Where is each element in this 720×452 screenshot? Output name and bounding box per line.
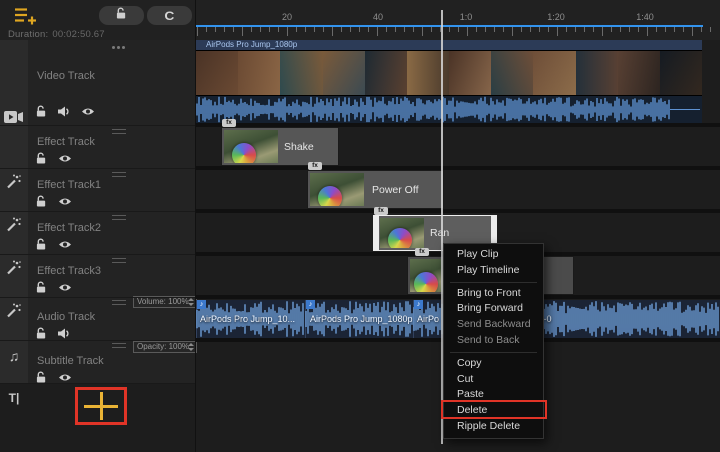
- menu-item-send-backward[interactable]: Send Backward: [444, 317, 543, 333]
- track-label-subtitle: Subtitle Track: [37, 355, 104, 367]
- video-editor-timeline-panel: C Duration:00:02:50.67 20 40 1:0 1:20 1:…: [0, 0, 720, 452]
- effect-clip-shake[interactable]: fx Shake: [222, 128, 338, 165]
- add-track-plus-button[interactable]: [84, 392, 118, 420]
- menu-item-play-timeline[interactable]: Play Timeline: [444, 263, 543, 279]
- eye-icon[interactable]: [81, 104, 95, 118]
- track-label-effect: Effect Track: [37, 136, 95, 148]
- track-menu-handle-icon[interactable]: [112, 46, 115, 49]
- effect-track-icon: [7, 174, 22, 194]
- add-track-icon[interactable]: [14, 6, 37, 30]
- ruler-label: 20: [282, 12, 292, 22]
- fx-badge: fx: [308, 162, 322, 170]
- effect-clip-power-off[interactable]: fx Power Off: [308, 171, 443, 208]
- effect-thumbnail: [310, 173, 364, 206]
- track-drag-handle-icon[interactable]: [112, 343, 126, 348]
- umbrella-thumb-icon: [388, 228, 412, 248]
- track-drag-handle-icon[interactable]: [112, 258, 126, 263]
- ruler-label: 1:20: [547, 12, 565, 22]
- speaker-icon[interactable]: [57, 326, 71, 340]
- menu-separator: [450, 282, 537, 283]
- effect-track-icon: [7, 217, 22, 237]
- effect-thumbnail: [224, 130, 278, 163]
- lock-icon: [116, 7, 127, 25]
- menu-item-cut[interactable]: Cut: [444, 372, 543, 388]
- track-drag-handle-icon[interactable]: [112, 129, 126, 134]
- audio-clip-label: AirPo: [417, 314, 439, 324]
- fx-badge: fx: [415, 248, 429, 256]
- audio-clip[interactable]: ♪ AirPods Pro Jump_1080p: [305, 300, 413, 338]
- ruler-label: 40: [373, 12, 383, 22]
- video-track-icon: [4, 110, 24, 129]
- annotation-box-delete: [441, 400, 547, 419]
- effect-clip-label: Ran: [430, 227, 449, 239]
- ruler-label: 1:40: [636, 12, 654, 22]
- menu-item-send-to-back[interactable]: Send to Back: [444, 333, 543, 349]
- effect-clip-label: Power Off: [372, 184, 419, 196]
- track-drag-handle-icon[interactable]: [112, 172, 126, 177]
- eye-icon[interactable]: [58, 370, 72, 384]
- umbrella-thumb-icon: [318, 186, 342, 206]
- opacity-dropdown[interactable]: Opacity: 100%: [133, 341, 197, 353]
- fx-badge: fx: [374, 207, 388, 215]
- eye-icon[interactable]: [58, 194, 72, 208]
- lock-icon[interactable]: [34, 326, 48, 340]
- lock-icon[interactable]: [34, 280, 48, 294]
- effect-track-icon: [7, 303, 22, 323]
- trim-handle-left[interactable]: [374, 216, 379, 250]
- music-note-badge-icon: ♪: [414, 300, 423, 309]
- music-note-badge-icon: ♪: [306, 300, 315, 309]
- video-filmstrip: [196, 50, 702, 96]
- menu-item-bring-to-front[interactable]: Bring to Front: [444, 286, 543, 302]
- effect-track-icon: [7, 260, 22, 280]
- subtitle-track-icon: T|: [9, 391, 20, 405]
- audio-clip-label: AirPods Pro Jump_10...: [200, 314, 295, 324]
- stepper-arrows-icon[interactable]: [188, 298, 194, 306]
- menu-separator: [450, 352, 537, 353]
- track-label-effect2: Effect Track2: [37, 222, 101, 234]
- umbrella-thumb-icon: [414, 272, 438, 292]
- menu-item-bring-forward[interactable]: Bring Forward: [444, 301, 543, 317]
- audio-clip-label: AirPods Pro Jump_1080p: [310, 314, 413, 324]
- effect-thumbnail: [410, 259, 443, 292]
- menu-item-ripple-delete[interactable]: Ripple Delete: [444, 419, 543, 435]
- snap-magnet-button[interactable]: C: [147, 6, 192, 25]
- fx-badge: fx: [222, 119, 236, 127]
- eye-icon[interactable]: [58, 237, 72, 251]
- ruler-label: 1:0: [460, 12, 473, 22]
- video-audio-waveform: [196, 96, 702, 123]
- duration-readout: Duration:00:02:50.67: [8, 29, 105, 40]
- track-label-video: Video Track: [37, 70, 95, 82]
- track-label-effect1: Effect Track1: [37, 179, 101, 191]
- magnet-icon: C: [165, 9, 175, 23]
- music-note-badge-icon: ♪: [197, 300, 206, 309]
- umbrella-thumb-icon: [232, 143, 256, 163]
- timeline-toolbar: C Duration:00:02:50.67: [0, 0, 720, 40]
- track-drag-handle-icon[interactable]: [112, 300, 126, 305]
- eye-icon[interactable]: [58, 280, 72, 294]
- lock-icon[interactable]: [34, 237, 48, 251]
- audio-clip[interactable]: ♪ AirPods Pro Jump_10...: [196, 300, 305, 338]
- speaker-icon[interactable]: [57, 104, 71, 118]
- menu-item-play-clip[interactable]: Play Clip: [444, 247, 543, 263]
- lock-icon[interactable]: [34, 151, 48, 165]
- lock-icon[interactable]: [34, 370, 48, 384]
- lock-icon[interactable]: [34, 104, 48, 118]
- lock-icon[interactable]: [34, 194, 48, 208]
- audio-track-icon: ♫: [9, 348, 20, 364]
- effect-clip-label: Shake: [284, 141, 314, 153]
- track-label-audio: Audio Track: [37, 311, 95, 323]
- video-clip-title: AirPods Pro Jump_1080p: [196, 40, 702, 50]
- menu-item-copy[interactable]: Copy: [444, 356, 543, 372]
- panel-divider: [195, 0, 196, 452]
- track-label-effect3: Effect Track3: [37, 265, 101, 277]
- eye-icon[interactable]: [58, 151, 72, 165]
- stepper-arrows-icon[interactable]: [188, 343, 194, 351]
- track-drag-handle-icon[interactable]: [112, 215, 126, 220]
- effect-thumbnail: [380, 218, 424, 248]
- lock-all-button[interactable]: [99, 6, 144, 25]
- video-clip[interactable]: AirPods Pro Jump_1080p: [196, 40, 702, 123]
